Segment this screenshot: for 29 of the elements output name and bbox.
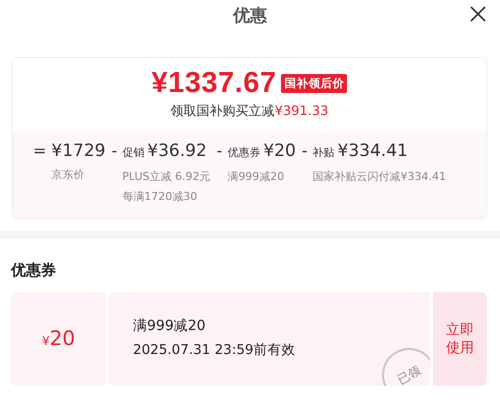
- saving-label: 领取国补购买立减: [170, 103, 275, 120]
- coupon-title: 满999减20: [133, 317, 207, 336]
- minus-sign: -: [302, 140, 308, 162]
- amount: ¥20: [263, 140, 296, 162]
- amount: ¥36.92: [147, 140, 207, 162]
- currency-sign: ¥: [42, 334, 50, 348]
- discount-note: PLUS立减 6.92元: [122, 169, 211, 184]
- minus-sign: -: [216, 140, 222, 162]
- final-price: ¥1337.67: [152, 66, 276, 100]
- discount-note: 京东价: [51, 167, 86, 182]
- dialog-title: 优惠: [233, 4, 267, 26]
- saving-amount: ¥391.33: [274, 104, 328, 119]
- section-title: 优惠券: [11, 261, 57, 279]
- discount-label: 补贴: [312, 145, 335, 161]
- close-button[interactable]: [470, 6, 486, 22]
- coupon-amount: 20: [50, 326, 76, 350]
- discount-label: 促销: [122, 145, 144, 161]
- discount-note: 国家补贴云闪付减¥334.41: [312, 169, 446, 184]
- use-now-button[interactable]: 立即使用: [433, 292, 487, 386]
- minus-sign: -: [112, 140, 118, 162]
- amount: ¥1729: [51, 140, 106, 162]
- price-badge: 国补领后价: [281, 74, 348, 92]
- equals-sign: =: [33, 140, 46, 162]
- discount-note: 每满1720减30: [122, 189, 198, 204]
- amount: ¥334.41: [338, 140, 408, 162]
- close-icon: [470, 6, 486, 22]
- coupon-validity: 2025.07.31 23:59前有效: [133, 341, 296, 360]
- discount-note: 满999减20: [227, 169, 286, 184]
- discount-label: 优惠券: [227, 145, 260, 161]
